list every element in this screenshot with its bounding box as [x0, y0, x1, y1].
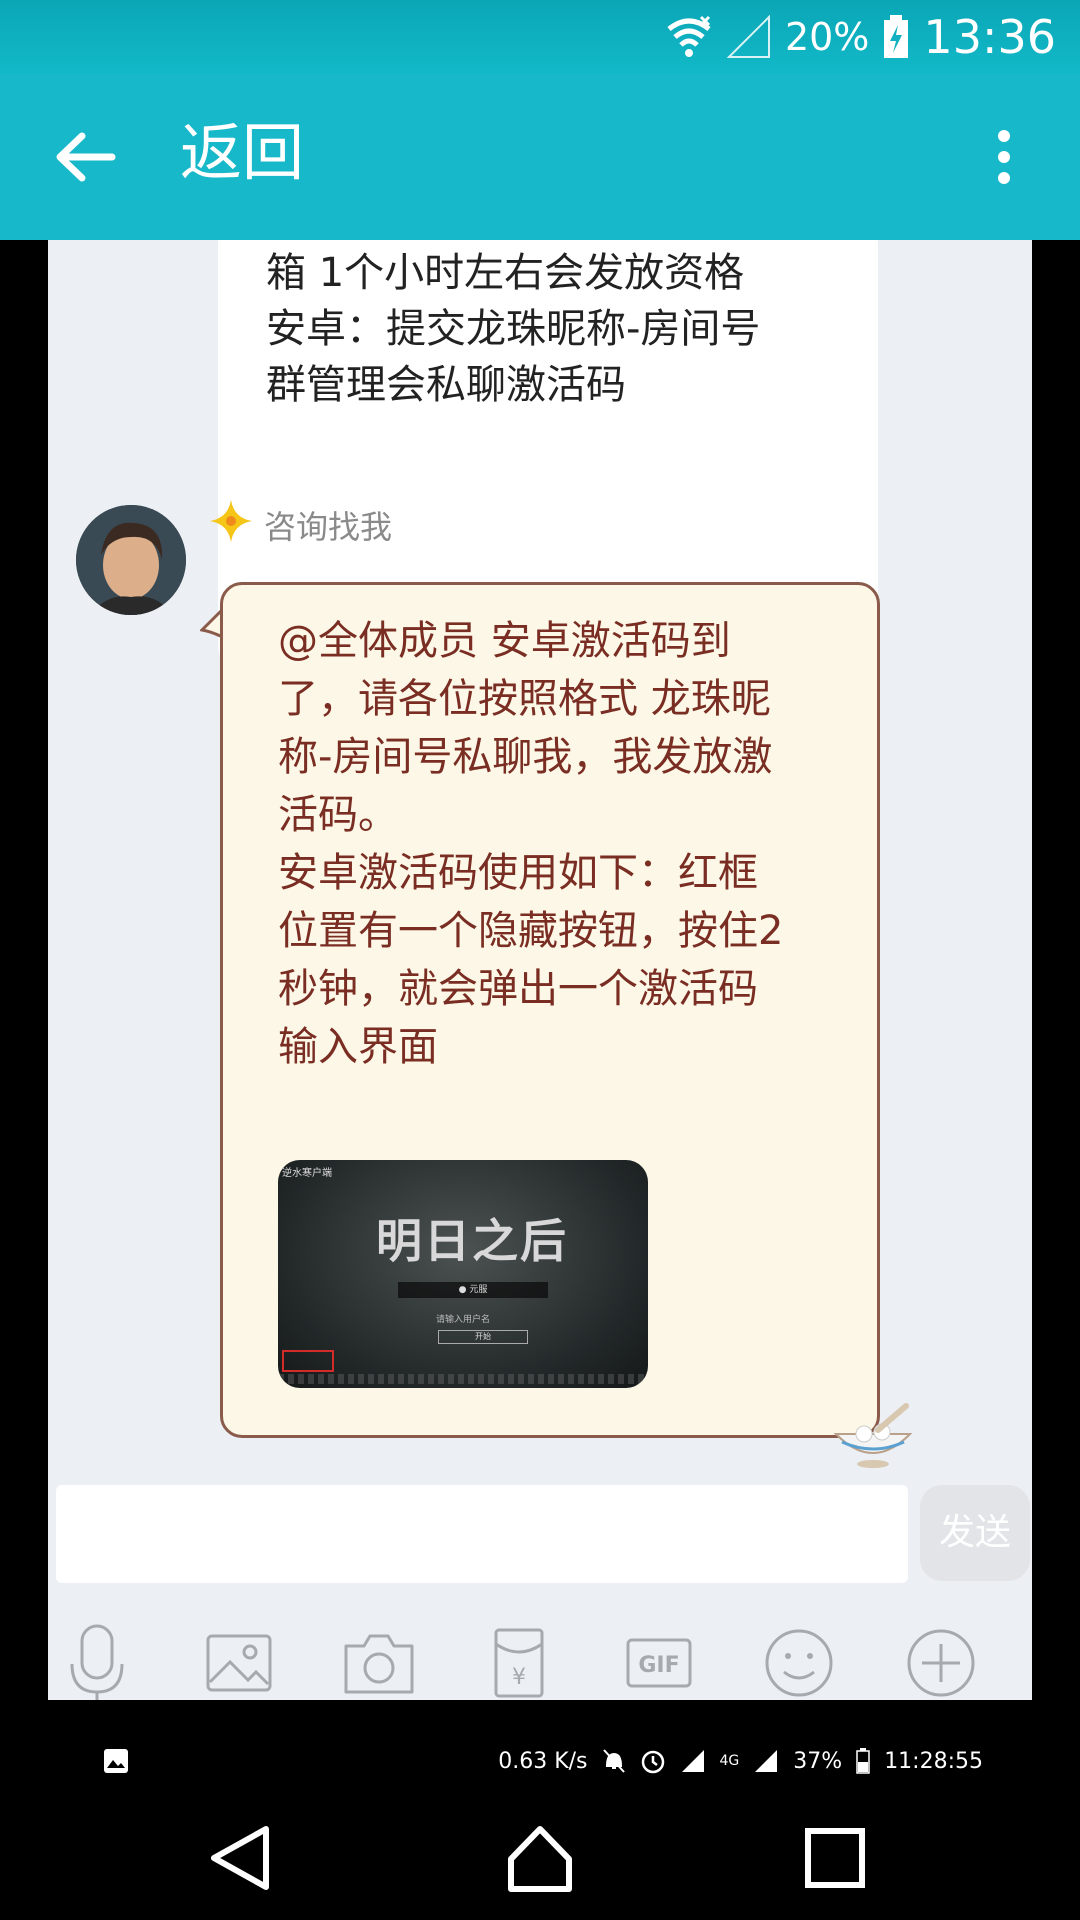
gallery-notification-icon [104, 1749, 128, 1773]
emoji-icon[interactable] [756, 1620, 842, 1700]
bowl-sticker-icon [833, 1403, 913, 1468]
gif-icon[interactable]: GIF [616, 1620, 702, 1700]
svg-text:GIF: GIF [638, 1653, 679, 1678]
clock: 13:36 [923, 10, 1056, 64]
back-arrow-icon[interactable] [50, 122, 120, 192]
avatar-portrait-icon [76, 505, 186, 615]
embedded-status-bar: 0.63 K/s 4G 37% 11:28:55 [48, 1735, 1038, 1787]
nav-recents-icon[interactable] [798, 1821, 872, 1895]
alarm-icon [641, 1750, 664, 1774]
embedded-battery-percent: 37% [793, 1748, 843, 1774]
game-start-button: 开始 [438, 1330, 528, 1344]
screen: 20% 13:36 返回 箱 1个小时左右会发放资格 安卓：提交龙珠昵称-房间号… [0, 0, 1080, 1920]
embedded-status-right: 0.63 K/s 4G 37% 11:28:55 [498, 1748, 983, 1774]
star-badge-icon [210, 500, 252, 542]
more-options-icon[interactable] [994, 122, 1014, 192]
battery-charging-icon [884, 15, 909, 58]
chat-screenshot: 箱 1个小时左右会发放资格 安卓：提交龙珠昵称-房间号 群管理会私聊激活码 咨询… [48, 240, 1032, 1700]
signal-strength-2-icon [755, 1750, 778, 1772]
app-bar: 返回 [0, 74, 1080, 240]
red-highlight-box [282, 1350, 334, 1372]
nav-home-icon[interactable] [503, 1821, 577, 1895]
navigation-bar [0, 1788, 1080, 1920]
signal-icon [726, 15, 770, 58]
game-username-field: 请输入用户名 [435, 1315, 490, 1325]
embedded-battery-icon [856, 1748, 870, 1774]
plus-icon[interactable] [898, 1620, 984, 1700]
wifi-icon [667, 15, 711, 57]
network-speed: 0.63 K/s [498, 1748, 588, 1774]
embedded-clock: 11:28:55 [884, 1748, 983, 1774]
battery-percent: 20% [784, 15, 870, 59]
microphone-icon[interactable] [54, 1620, 140, 1700]
mute-bell-icon [602, 1749, 625, 1773]
message-input[interactable] [56, 1485, 908, 1583]
red-packet-icon[interactable]: ¥ [476, 1620, 562, 1700]
page-title[interactable]: 返回 [180, 118, 304, 188]
camera-icon[interactable] [336, 1620, 422, 1700]
send-button[interactable]: 发送 [920, 1485, 1030, 1581]
status-bar: 20% 13:36 [0, 0, 1080, 74]
image-tag: 逆水寒户端 [282, 1168, 332, 1179]
signal-strength-icon [681, 1750, 704, 1772]
image-icon[interactable] [196, 1620, 282, 1700]
nav-back-icon[interactable] [204, 1821, 278, 1895]
game-title: 明日之后 [376, 1214, 568, 1268]
image-footer-text [278, 1374, 648, 1384]
game-server-selector: ● 元服 [398, 1282, 548, 1298]
avatar[interactable] [76, 505, 186, 615]
network-type: 4G [719, 1753, 740, 1769]
status-icons: 20% 13:36 [665, 10, 1056, 64]
message-image[interactable]: 逆水寒户端 明日之后 ● 元服 请输入用户名 开始 [278, 1160, 648, 1388]
previous-message-text: 箱 1个小时左右会发放资格 安卓：提交龙珠昵称-房间号 群管理会私聊激活码 [266, 250, 761, 408]
svg-text:¥: ¥ [512, 1665, 526, 1690]
sender-name[interactable]: 咨询找我 [264, 502, 392, 548]
message-text: @全体成员 安卓激活码到 了，请各位按照格式 龙珠昵 称-房间号私聊我，我发放激… [278, 618, 784, 1070]
